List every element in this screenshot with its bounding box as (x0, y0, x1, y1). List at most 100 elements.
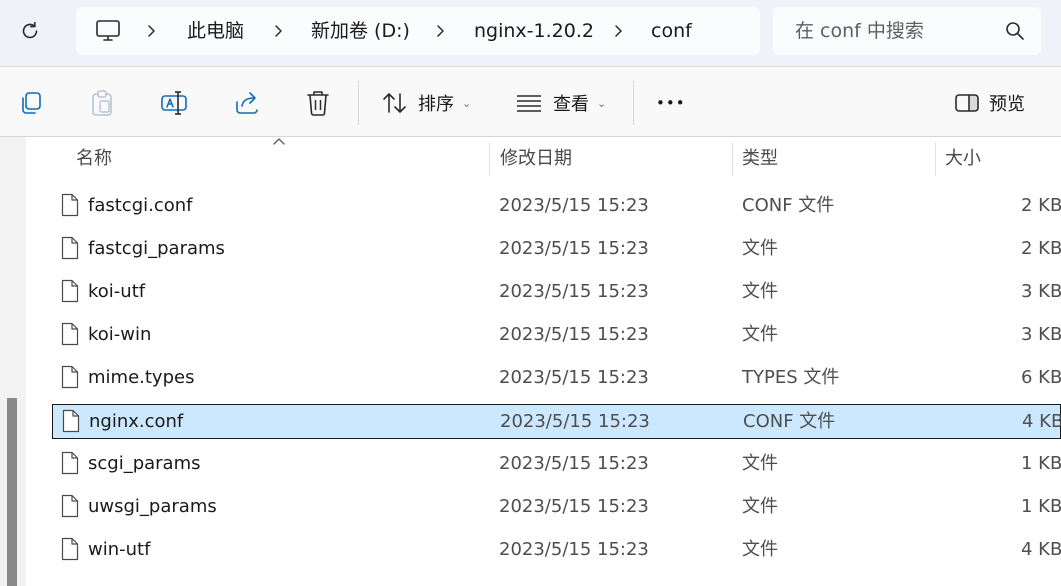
file-icon (61, 322, 79, 346)
breadcrumb-this-pc[interactable]: 此电脑 (187, 18, 244, 44)
breadcrumb-conf-folder[interactable]: conf (651, 18, 692, 44)
file-size: 1 KB (1021, 453, 1061, 474)
column-divider[interactable] (732, 142, 733, 176)
chevron-right-icon[interactable] (434, 20, 448, 42)
file-size: 2 KB (1021, 238, 1061, 259)
file-type: 文件 (742, 324, 778, 345)
address-bar-row: 此电脑 新加卷 (D:) nginx-1.20.2 conf 在 conf 中搜… (0, 0, 1061, 66)
file-icon (61, 537, 79, 561)
file-name: uwsgi_params (88, 496, 217, 517)
file-modified-date: 2023/5/15 15:23 (499, 367, 649, 388)
breadcrumb-drive-d[interactable]: 新加卷 (D:) (311, 18, 410, 44)
sort-ascending-icon (273, 138, 285, 145)
file-name: scgi_params (88, 453, 201, 474)
chevron-right-icon[interactable] (612, 20, 626, 42)
file-row[interactable]: uwsgi_params 2023/5/15 15:23 文件 1 KB (52, 490, 1061, 525)
file-icon (61, 365, 79, 389)
chevron-down-icon: ⌄ (597, 96, 607, 110)
command-toolbar: 排序 ⌄ 查看 ⌄ ••• 预览 (0, 66, 1061, 137)
file-name: fastcgi.conf (88, 195, 193, 216)
file-modified-date: 2023/5/15 15:23 (499, 453, 649, 474)
sort-label: 排序 (418, 94, 454, 115)
chevron-down-icon: ⌄ (462, 96, 472, 110)
file-type: 文件 (742, 453, 778, 474)
chevron-right-icon[interactable] (145, 20, 159, 42)
chevron-right-icon[interactable] (272, 20, 286, 42)
file-name: fastcgi_params (88, 238, 225, 259)
sort-button[interactable]: 排序 ⌄ (382, 89, 471, 117)
file-type: TYPES 文件 (742, 367, 840, 388)
column-divider[interactable] (935, 142, 936, 176)
view-label: 查看 (553, 94, 589, 115)
file-name: koi-win (88, 324, 152, 345)
file-row[interactable]: koi-utf 2023/5/15 15:23 文件 3 KB (52, 275, 1061, 310)
refresh-icon (22, 21, 38, 39)
breadcrumb-nginx-folder[interactable]: nginx-1.20.2 (474, 18, 594, 44)
file-modified-date: 2023/5/15 15:23 (499, 539, 649, 560)
view-icon (517, 95, 541, 112)
file-row[interactable]: mime.types 2023/5/15 15:23 TYPES 文件 6 KB (52, 361, 1061, 396)
file-row[interactable]: koi-win 2023/5/15 15:23 文件 3 KB (52, 318, 1061, 353)
file-type: CONF 文件 (743, 411, 836, 432)
file-icon (61, 279, 79, 303)
column-divider[interactable] (489, 142, 490, 176)
file-modified-date: 2023/5/15 15:23 (499, 496, 649, 517)
column-header-date[interactable]: 修改日期 (500, 147, 572, 171)
navigation-scrollbar[interactable] (7, 398, 17, 586)
view-button[interactable]: 查看 ⌄ (515, 89, 606, 117)
rename-icon (161, 91, 187, 115)
address-bar[interactable]: 此电脑 新加卷 (D:) nginx-1.20.2 conf (76, 7, 760, 55)
file-type: 文件 (742, 238, 778, 259)
file-name: mime.types (88, 367, 195, 388)
file-name: win-utf (88, 539, 151, 560)
column-header-type[interactable]: 类型 (742, 147, 778, 171)
file-modified-date: 2023/5/15 15:23 (499, 324, 649, 345)
file-row[interactable]: win-utf 2023/5/15 15:23 文件 4 KB (52, 533, 1061, 568)
search-box[interactable]: 在 conf 中搜索 (773, 7, 1041, 55)
file-type: CONF 文件 (742, 195, 835, 216)
file-row[interactable]: fastcgi_params 2023/5/15 15:23 文件 2 KB (52, 232, 1061, 267)
computer-icon[interactable] (95, 19, 121, 43)
file-size: 3 KB (1021, 324, 1061, 345)
file-type: 文件 (742, 496, 778, 517)
file-row[interactable]: scgi_params 2023/5/15 15:23 文件 1 KB (52, 447, 1061, 482)
file-modified-date: 2023/5/15 15:23 (500, 411, 650, 432)
file-icon (61, 451, 79, 475)
column-header-name[interactable]: 名称 (76, 147, 112, 171)
file-size: 1 KB (1021, 496, 1061, 517)
sort-icon (383, 93, 406, 113)
file-type: 文件 (742, 281, 778, 302)
column-header-size[interactable]: 大小 (945, 147, 981, 171)
share-button[interactable] (233, 89, 261, 117)
share-icon (236, 92, 258, 114)
preview-label: 预览 (989, 94, 1025, 115)
file-icon (62, 409, 80, 433)
copy-icon (22, 92, 41, 114)
paste-button[interactable] (89, 89, 115, 117)
column-header-row: 名称 修改日期 类型 大小 (26, 137, 1061, 179)
file-size: 2 KB (1021, 195, 1061, 216)
file-modified-date: 2023/5/15 15:23 (499, 238, 649, 259)
file-icon (61, 193, 79, 217)
refresh-button[interactable] (18, 19, 42, 43)
delete-icon (307, 91, 329, 116)
more-options-button[interactable]: ••• (656, 89, 686, 117)
file-row[interactable]: nginx.conf 2023/5/15 15:23 CONF 文件 4 KB (52, 404, 1061, 439)
file-size: 6 KB (1021, 367, 1061, 388)
copy-button[interactable] (18, 89, 44, 117)
file-modified-date: 2023/5/15 15:23 (499, 281, 649, 302)
file-type: 文件 (742, 539, 778, 560)
preview-pane-icon (955, 94, 979, 112)
file-row[interactable]: fastcgi.conf 2023/5/15 15:23 CONF 文件 2 KB (52, 189, 1061, 224)
search-icon[interactable] (1004, 20, 1026, 42)
delete-button[interactable] (305, 89, 331, 117)
search-placeholder[interactable]: 在 conf 中搜索 (795, 18, 924, 44)
rename-button[interactable] (160, 89, 188, 117)
toolbar-divider (633, 81, 634, 125)
file-name: koi-utf (88, 281, 146, 302)
paste-icon (92, 90, 112, 116)
file-icon (61, 494, 79, 518)
preview-pane-button[interactable]: 预览 (954, 89, 1025, 117)
file-name: nginx.conf (89, 411, 184, 432)
file-modified-date: 2023/5/15 15:23 (499, 195, 649, 216)
